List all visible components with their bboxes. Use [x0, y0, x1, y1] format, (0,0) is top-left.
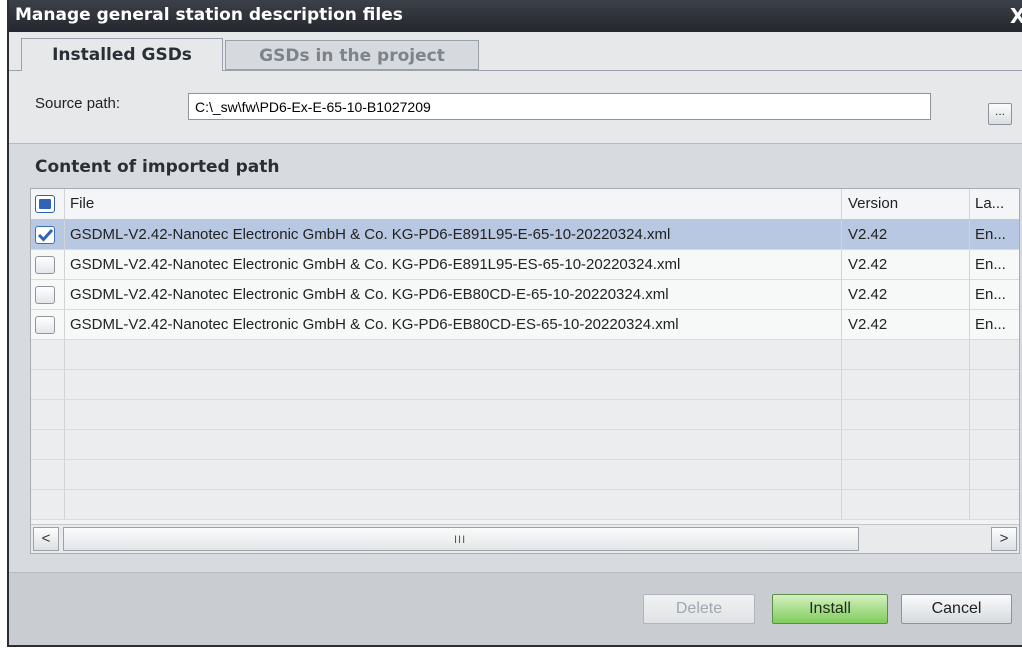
table-header: File Version La... — [31, 189, 1019, 220]
empty-cell — [842, 430, 970, 459]
empty-cell — [842, 490, 970, 519]
file-name-cell: GSDML-V2.42-Nanotec Electronic GmbH & Co… — [65, 250, 842, 279]
delete-button[interactable]: Delete — [643, 594, 755, 624]
language-cell: En... — [975, 316, 1006, 333]
empty-row — [31, 340, 1019, 370]
empty-cell — [65, 490, 842, 519]
source-path-input[interactable] — [188, 93, 931, 120]
empty-cell — [842, 460, 970, 489]
scroll-right-arrow-icon[interactable]: > — [991, 527, 1017, 551]
empty-cell — [65, 400, 842, 429]
tab-gsds-in-project[interactable]: GSDs in the project — [225, 40, 479, 70]
table-row[interactable]: GSDML-V2.42-Nanotec Electronic GmbH & Co… — [31, 250, 1019, 280]
scrollbar-thumb[interactable]: III — [63, 527, 859, 551]
gsd-management-dialog: Manage general station description files… — [7, 0, 1022, 647]
version-cell: V2.42 — [842, 310, 970, 339]
empty-cell — [65, 370, 842, 399]
row-checkbox-cell — [31, 250, 65, 279]
row-checkbox-cell — [31, 220, 65, 249]
source-path-label: Source path: — [35, 95, 121, 112]
checkmark-icon — [37, 228, 54, 242]
column-header-file[interactable]: File — [65, 189, 842, 219]
browse-button[interactable]: ... — [988, 103, 1012, 125]
empty-cell — [31, 430, 65, 459]
empty-cell — [65, 430, 842, 459]
select-all-checkbox[interactable] — [35, 195, 55, 213]
empty-row — [31, 400, 1019, 430]
language-cell: En... — [975, 226, 1006, 243]
column-header-language[interactable]: La... — [970, 189, 1019, 219]
empty-cell — [31, 460, 65, 489]
content-section-title: Content of imported path — [35, 157, 280, 177]
empty-cell — [842, 370, 970, 399]
file-name-cell: GSDML-V2.42-Nanotec Electronic GmbH & Co… — [65, 220, 842, 249]
tab-installed-gsds[interactable]: Installed GSDs — [21, 38, 223, 71]
close-icon[interactable]: X — [1010, 4, 1022, 28]
gsd-file-table: File Version La... GSDML-V2.42-Nanotec E… — [30, 188, 1020, 554]
empty-row — [31, 370, 1019, 400]
partial-check-indicator — [39, 199, 51, 209]
version-cell: V2.42 — [842, 220, 970, 249]
horizontal-scrollbar[interactable]: < III > — [31, 524, 1019, 553]
row-checkbox[interactable] — [35, 316, 55, 334]
empty-cell — [65, 460, 842, 489]
row-checkbox-cell — [31, 280, 65, 309]
empty-row — [31, 490, 1019, 520]
row-checkbox[interactable] — [35, 226, 55, 244]
dialog-footer: Delete Install Cancel — [9, 572, 1022, 645]
scroll-left-arrow-icon[interactable]: < — [33, 527, 59, 551]
version-cell: V2.42 — [842, 250, 970, 279]
title-bar: Manage general station description files… — [9, 0, 1022, 32]
empty-row — [31, 430, 1019, 460]
install-button[interactable]: Install — [772, 594, 888, 624]
column-header-version[interactable]: Version — [842, 189, 970, 219]
row-checkbox[interactable] — [35, 286, 55, 304]
empty-cell — [31, 490, 65, 519]
tab-strip: Installed GSDs GSDs in the project — [9, 32, 1022, 71]
language-cell: En... — [975, 286, 1006, 303]
row-checkbox[interactable] — [35, 256, 55, 274]
empty-cell — [842, 400, 970, 429]
table-row[interactable]: GSDML-V2.42-Nanotec Electronic GmbH & Co… — [31, 280, 1019, 310]
version-cell: V2.42 — [842, 280, 970, 309]
table-row[interactable]: GSDML-V2.42-Nanotec Electronic GmbH & Co… — [31, 220, 1019, 250]
empty-cell — [31, 340, 65, 369]
row-checkbox-cell — [31, 310, 65, 339]
grip-icon: III — [454, 534, 467, 546]
file-name-cell: GSDML-V2.42-Nanotec Electronic GmbH & Co… — [65, 280, 842, 309]
cancel-button[interactable]: Cancel — [901, 594, 1012, 624]
empty-cell — [65, 340, 842, 369]
header-checkbox-cell — [31, 189, 65, 219]
empty-cell — [31, 400, 65, 429]
file-name-cell: GSDML-V2.42-Nanotec Electronic GmbH & Co… — [65, 310, 842, 339]
empty-cell — [842, 340, 970, 369]
empty-cell — [31, 370, 65, 399]
dialog-title: Manage general station description files — [15, 5, 403, 25]
language-cell: En... — [975, 256, 1006, 273]
table-row[interactable]: GSDML-V2.42-Nanotec Electronic GmbH & Co… — [31, 310, 1019, 340]
empty-row — [31, 460, 1019, 490]
